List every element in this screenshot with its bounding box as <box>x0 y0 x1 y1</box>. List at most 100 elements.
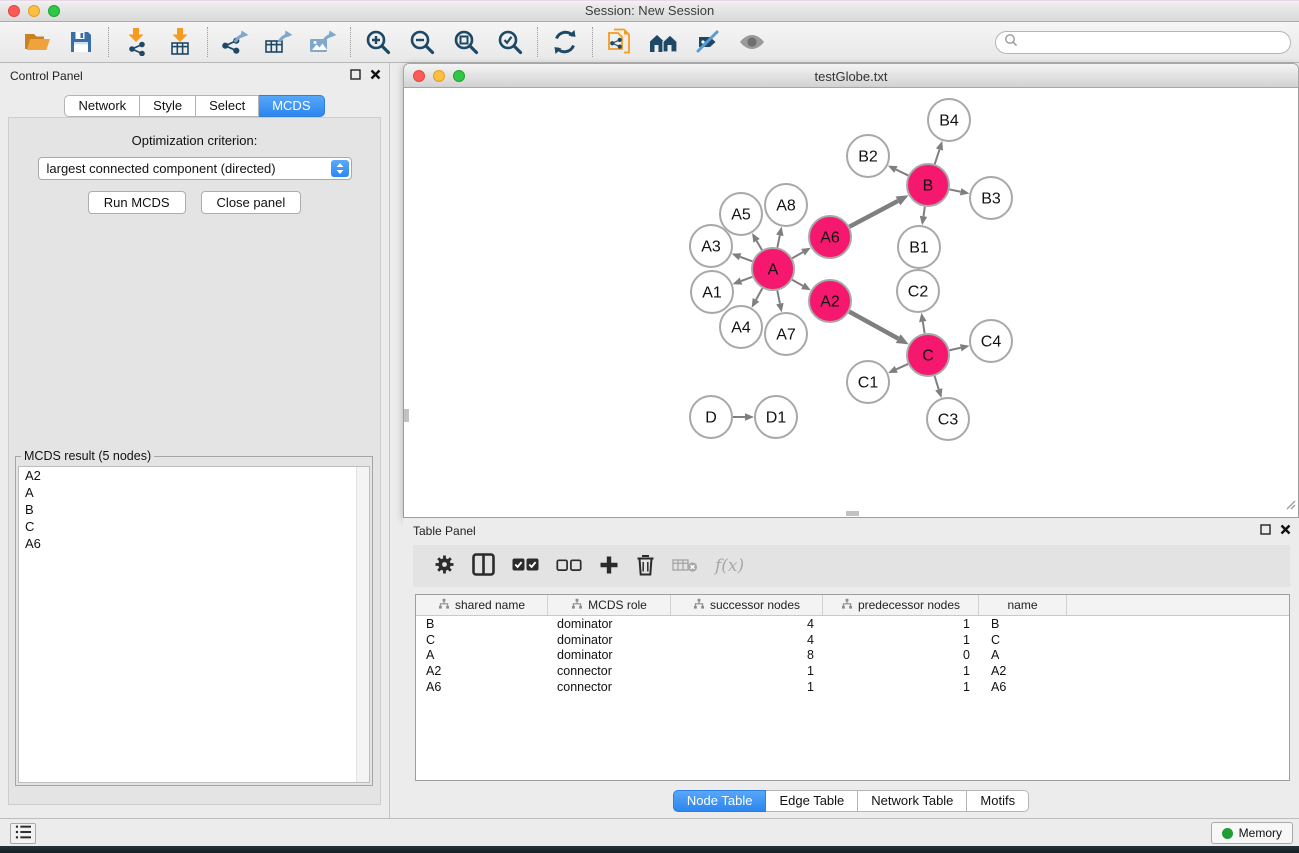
close-panel-icon-button[interactable] <box>370 69 381 80</box>
settings-button[interactable] <box>434 554 455 578</box>
delete-table-icon <box>672 557 698 576</box>
toolbar-network-from-selection-button[interactable] <box>603 26 637 58</box>
column-label: shared name <box>455 598 525 612</box>
table-row[interactable]: Adominator80A <box>416 648 1289 664</box>
import-table-icon <box>167 28 194 56</box>
function-builder-button[interactable]: f(x) <box>715 556 744 576</box>
memory-label: Memory <box>1239 826 1282 840</box>
result-item[interactable]: A6 <box>19 535 369 552</box>
select-all-button[interactable] <box>512 557 539 575</box>
float-panel-button[interactable] <box>350 69 361 80</box>
delete-column-button[interactable] <box>636 554 655 579</box>
horizontal-scrollbar-thumb[interactable] <box>846 511 859 516</box>
list-icon <box>14 824 32 843</box>
close-panel-button[interactable]: Close panel <box>201 191 302 214</box>
edge-C-C4[interactable] <box>949 348 960 351</box>
column-label: predecessor nodes <box>858 598 960 612</box>
edge-A-A7[interactable] <box>777 291 780 304</box>
mcds-result-list: A2ABCA6 <box>18 466 370 783</box>
mcds-result-title: MCDS result (5 nodes) <box>21 449 154 463</box>
result-item[interactable]: A <box>19 484 369 501</box>
column-header-shared-name[interactable]: shared name <box>416 595 548 615</box>
edge-A-A8[interactable] <box>777 235 779 247</box>
column-header-MCDS-role[interactable]: MCDS role <box>548 595 671 615</box>
edge-A-A5[interactable] <box>757 241 762 250</box>
vertical-scrollbar-thumb[interactable] <box>404 409 409 422</box>
tab-motifs[interactable]: Motifs <box>967 790 1029 812</box>
delete-table-button[interactable] <box>672 557 698 576</box>
toolbar-import-table-button[interactable] <box>163 26 197 58</box>
column-header-predecessor-nodes[interactable]: predecessor nodes <box>823 595 979 615</box>
toolbar-open-session-button[interactable] <box>20 26 54 58</box>
edge-A6-B[interactable] <box>849 201 898 227</box>
tab-edge-table[interactable]: Edge Table <box>766 790 858 812</box>
toolbar-refresh-button[interactable] <box>548 26 582 58</box>
float-table-panel-button[interactable] <box>1260 524 1271 535</box>
edge-B-B3[interactable] <box>950 189 961 191</box>
table-row[interactable]: A6connector11A6 <box>416 679 1289 695</box>
edge-C-C2[interactable] <box>923 322 925 334</box>
edge-B-B4[interactable] <box>935 149 940 164</box>
table-cell: 1 <box>823 664 979 678</box>
toolbar-home-button[interactable] <box>647 26 681 58</box>
mcds-result-group: MCDS result (5 nodes) A2ABCA6 <box>15 456 373 786</box>
edge-C-C3[interactable] <box>935 376 939 389</box>
control-panel-title: Control Panel <box>10 69 83 83</box>
main-titlebar: Session: New Session <box>0 0 1299 22</box>
add-column-button[interactable] <box>599 555 619 578</box>
edge-B-B2[interactable] <box>896 169 908 175</box>
edge-C-C1[interactable] <box>896 364 908 369</box>
tab-style[interactable]: Style <box>140 95 196 117</box>
edge-A-A3[interactable] <box>740 257 752 262</box>
edge-A-A2[interactable] <box>792 280 803 286</box>
toolbar-hide-labels-button[interactable] <box>691 26 725 58</box>
tab-network-table[interactable]: Network Table <box>858 790 967 812</box>
toolbar-zoom-out-button[interactable] <box>405 26 439 58</box>
task-history-button[interactable] <box>10 823 36 844</box>
table-panel-title: Table Panel <box>413 524 476 538</box>
run-mcds-button[interactable]: Run MCDS <box>88 191 186 214</box>
tab-select[interactable]: Select <box>196 95 259 117</box>
memory-button[interactable]: Memory <box>1211 822 1293 844</box>
table-cell: 1 <box>823 617 979 631</box>
edge-arrow-icon <box>919 313 926 322</box>
toolbar-export-table-button[interactable] <box>262 26 296 58</box>
table-row[interactable]: Bdominator41B <box>416 616 1289 632</box>
zoom-fit-icon <box>453 29 480 56</box>
toolbar-export-network-button[interactable] <box>218 26 252 58</box>
tab-node-table[interactable]: Node Table <box>673 790 767 812</box>
tab-network[interactable]: Network <box>64 95 140 117</box>
split-view-button[interactable] <box>472 553 495 579</box>
edge-A-A1[interactable] <box>741 277 752 281</box>
table-row[interactable]: A2connector11A2 <box>416 663 1289 679</box>
edge-A-A4[interactable] <box>756 288 762 300</box>
result-item[interactable]: C <box>19 518 369 535</box>
table-cell: 1 <box>671 680 823 694</box>
toolbar-save-session-button[interactable] <box>64 26 98 58</box>
edge-A-A6[interactable] <box>792 252 803 258</box>
deselect-all-button[interactable] <box>556 558 582 575</box>
edge-A2-C[interactable] <box>849 312 898 339</box>
optimization-criterion-dropdown[interactable]: largest connected component (directed) <box>38 157 352 180</box>
toolbar-zoom-in-button[interactable] <box>361 26 395 58</box>
toolbar-export-image-button[interactable] <box>306 26 340 58</box>
network-canvas[interactable]: AA1A2A3A4A5A6A7A8BB1B2B3B4CC1C2C3C4DD1 <box>403 88 1299 518</box>
column-header-name[interactable]: name <box>979 595 1067 615</box>
zoom-out-icon <box>409 29 436 56</box>
export-network-icon <box>221 29 250 55</box>
toolbar-zoom-fit-button[interactable] <box>449 26 483 58</box>
tab-mcds[interactable]: MCDS <box>259 95 324 117</box>
close-table-panel-button[interactable] <box>1280 524 1291 535</box>
resize-grip-icon[interactable] <box>1284 497 1296 515</box>
table-row[interactable]: Cdominator41C <box>416 632 1289 648</box>
result-list-scrollbar[interactable] <box>356 467 369 782</box>
result-item[interactable]: A2 <box>19 467 369 484</box>
edge-B-B1[interactable] <box>923 207 924 217</box>
toolbar-show-details-button[interactable] <box>735 26 769 58</box>
toolbar-import-network-button[interactable] <box>119 26 153 58</box>
toolbar-zoom-selected-button[interactable] <box>493 26 527 58</box>
result-item[interactable]: B <box>19 501 369 518</box>
column-header-successor-nodes[interactable]: successor nodes <box>671 595 823 615</box>
open-session-icon <box>24 30 51 54</box>
search-input[interactable] <box>995 31 1291 54</box>
